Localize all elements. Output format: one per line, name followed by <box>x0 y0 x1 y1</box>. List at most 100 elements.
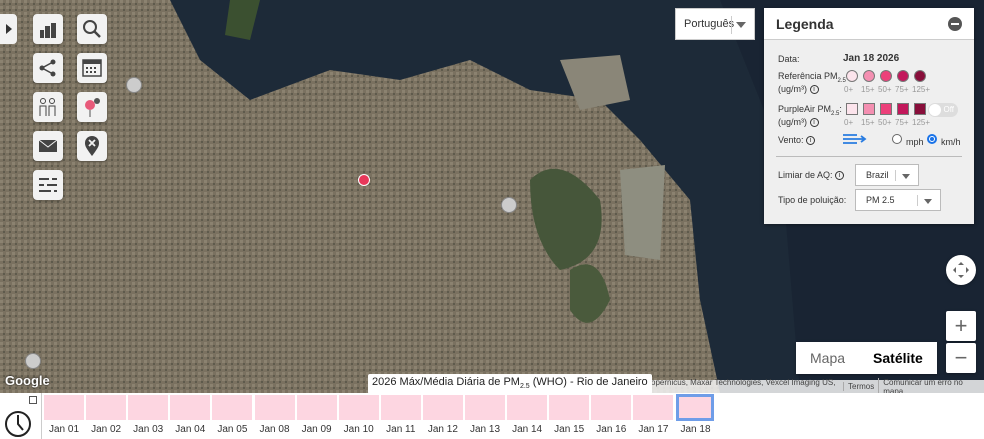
locate-button[interactable] <box>946 255 976 285</box>
kmh-radio[interactable] <box>927 134 937 144</box>
flow-icon <box>39 178 57 192</box>
day-label: Jan 08 <box>259 424 290 435</box>
info-icon[interactable]: i <box>806 136 816 146</box>
purpleair-swatch <box>880 103 892 115</box>
day-label: Jan 09 <box>301 424 332 435</box>
google-logo: Google <box>5 373 50 388</box>
info-icon[interactable]: i <box>809 117 819 127</box>
day-label: Jan 16 <box>596 424 627 435</box>
day-cell[interactable] <box>44 395 84 420</box>
calendar-button[interactable] <box>77 53 107 83</box>
remove-pin-icon <box>85 136 99 156</box>
offline-sensor-icon[interactable] <box>126 77 142 93</box>
people-button[interactable] <box>33 92 63 122</box>
ref-sub: 2.5 <box>837 77 846 84</box>
ref-label: Referência PM <box>778 71 838 81</box>
day-label: Jan 04 <box>175 424 206 435</box>
day-label: Jan 12 <box>427 424 458 435</box>
day-label: Jan 15 <box>554 424 585 435</box>
offline-sensor-icon[interactable] <box>25 353 41 369</box>
threshold-label: 50+ <box>878 118 892 127</box>
add-pin-icon <box>85 98 100 117</box>
zoom-in-button[interactable]: + <box>946 311 976 341</box>
purpleair-toggle[interactable]: Off <box>928 103 958 117</box>
search-button[interactable] <box>77 14 107 44</box>
threshold-label: 75+ <box>895 118 909 127</box>
map-type-satellite[interactable]: Satélite <box>859 342 937 374</box>
day-label: Jan 11 <box>386 424 416 435</box>
date-value: Jan 18 2026 <box>843 53 900 64</box>
aq-label: Limiar de AQ: <box>778 170 833 180</box>
pollution-value: PM 2.5 <box>866 195 895 205</box>
day-cell[interactable] <box>591 395 632 420</box>
day-cell[interactable] <box>338 395 379 420</box>
day-cell[interactable] <box>254 395 295 420</box>
pollution-label: Tipo de poluição: <box>778 195 847 205</box>
email-button[interactable] <box>33 131 63 161</box>
map-marker[interactable] <box>358 174 370 186</box>
remove-pin-button[interactable] <box>77 131 107 161</box>
add-pin-button[interactable] <box>77 92 107 122</box>
day-label: Jan 01 <box>48 424 80 435</box>
mph-radio[interactable] <box>892 134 902 144</box>
zoom-out-button[interactable]: − <box>946 343 976 373</box>
day-cell[interactable] <box>212 395 253 420</box>
tooltip-text: 2026 Máx/Média Diária de PM <box>372 376 520 388</box>
stats-icon <box>39 23 57 38</box>
mph-label: mph <box>906 137 924 147</box>
day-cell[interactable] <box>170 395 211 420</box>
people-icon <box>39 98 56 116</box>
report-error-link[interactable]: Comunicar um erro no mapa <box>878 377 984 393</box>
aq-threshold-select[interactable]: Brazil <box>855 164 919 186</box>
purpleair-swatch <box>846 103 858 115</box>
expand-panel-button[interactable] <box>0 14 17 44</box>
language-select[interactable]: Português <box>675 8 755 40</box>
flow-button[interactable] <box>33 170 63 200</box>
reference-swatch <box>880 70 892 82</box>
chevron-right-icon <box>5 24 12 34</box>
threshold-label: 75+ <box>895 85 909 94</box>
day-label: Jan 03 <box>133 424 164 435</box>
day-cell[interactable] <box>128 395 169 420</box>
day-cell[interactable] <box>549 395 590 420</box>
day-label: Jan 17 <box>638 424 669 435</box>
stats-button[interactable] <box>33 14 63 44</box>
map-type-map[interactable]: Mapa <box>796 342 859 374</box>
day-cell[interactable] <box>465 395 505 420</box>
reference-swatch <box>914 70 926 82</box>
email-icon <box>38 139 58 152</box>
caret-down-icon <box>736 22 746 28</box>
terms-link[interactable]: Termos <box>843 382 878 391</box>
threshold-label: 0+ <box>844 85 854 94</box>
threshold-label: 125+ <box>912 118 931 127</box>
map[interactable]: Português Legenda Data: Jan 18 2026 Refe… <box>0 0 984 393</box>
kmh-label: km/h <box>941 137 961 147</box>
wind-label: Vento: <box>778 135 804 145</box>
offline-sensor-icon[interactable] <box>501 197 517 213</box>
day-label: Jan 05 <box>217 424 248 435</box>
clock-icon[interactable] <box>4 410 32 438</box>
purpleair-swatch <box>914 103 926 115</box>
threshold-label: 15+ <box>861 85 875 94</box>
caret-down-icon <box>924 199 932 204</box>
info-icon[interactable]: i <box>809 84 819 94</box>
day-cell[interactable] <box>296 395 337 420</box>
crosshair-icon <box>953 262 969 278</box>
day-cell[interactable] <box>422 395 463 420</box>
day-cell[interactable] <box>380 395 421 420</box>
pollution-type-select[interactable]: PM 2.5 <box>855 189 941 211</box>
purpleair-swatch <box>897 103 909 115</box>
day-cell[interactable] <box>86 395 127 420</box>
day-cell[interactable] <box>675 394 714 421</box>
info-icon[interactable]: i <box>835 171 845 181</box>
share-button[interactable] <box>33 53 63 83</box>
minimize-icon[interactable] <box>948 17 962 31</box>
day-cell[interactable] <box>633 395 674 420</box>
threshold-label: 0+ <box>844 118 854 127</box>
calendar-icon <box>82 59 102 77</box>
pa-unit: (ug/m³) <box>778 116 807 127</box>
day-cell[interactable] <box>507 395 548 420</box>
tooltip-text-end: (WHO) - Rio de Janeiro <box>529 376 648 388</box>
threshold-label: 15+ <box>861 118 875 127</box>
external-link-icon[interactable] <box>29 396 37 404</box>
